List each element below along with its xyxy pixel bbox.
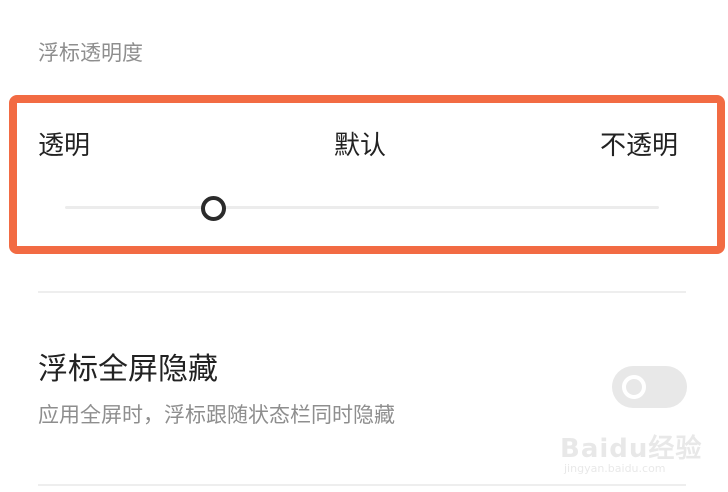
fullscreen-hide-description: 应用全屏时，浮标跟随状态栏同时隐藏 (38, 403, 395, 427)
section-divider (38, 291, 686, 293)
opacity-slider-thumb[interactable] (201, 196, 226, 221)
slider-label-opaque: 不透明 (600, 131, 679, 161)
fullscreen-hide-title: 浮标全屏隐藏 (38, 352, 218, 387)
slider-label-transparent: 透明 (38, 131, 91, 161)
slider-label-default: 默认 (334, 131, 387, 161)
toggle-knob (622, 375, 646, 399)
baidu-jingyan-watermark: Baidu经验 jingyan.baidu.com (560, 428, 703, 480)
watermark-url: jingyan.baidu.com (564, 462, 666, 475)
watermark-brand: Baidu经验 (560, 434, 703, 464)
bottom-divider (38, 484, 686, 486)
fullscreen-hide-toggle[interactable] (612, 366, 687, 408)
opacity-slider-track[interactable] (65, 206, 659, 209)
opacity-section-title: 浮标透明度 (38, 41, 143, 65)
opacity-slider-highlight (9, 95, 725, 254)
